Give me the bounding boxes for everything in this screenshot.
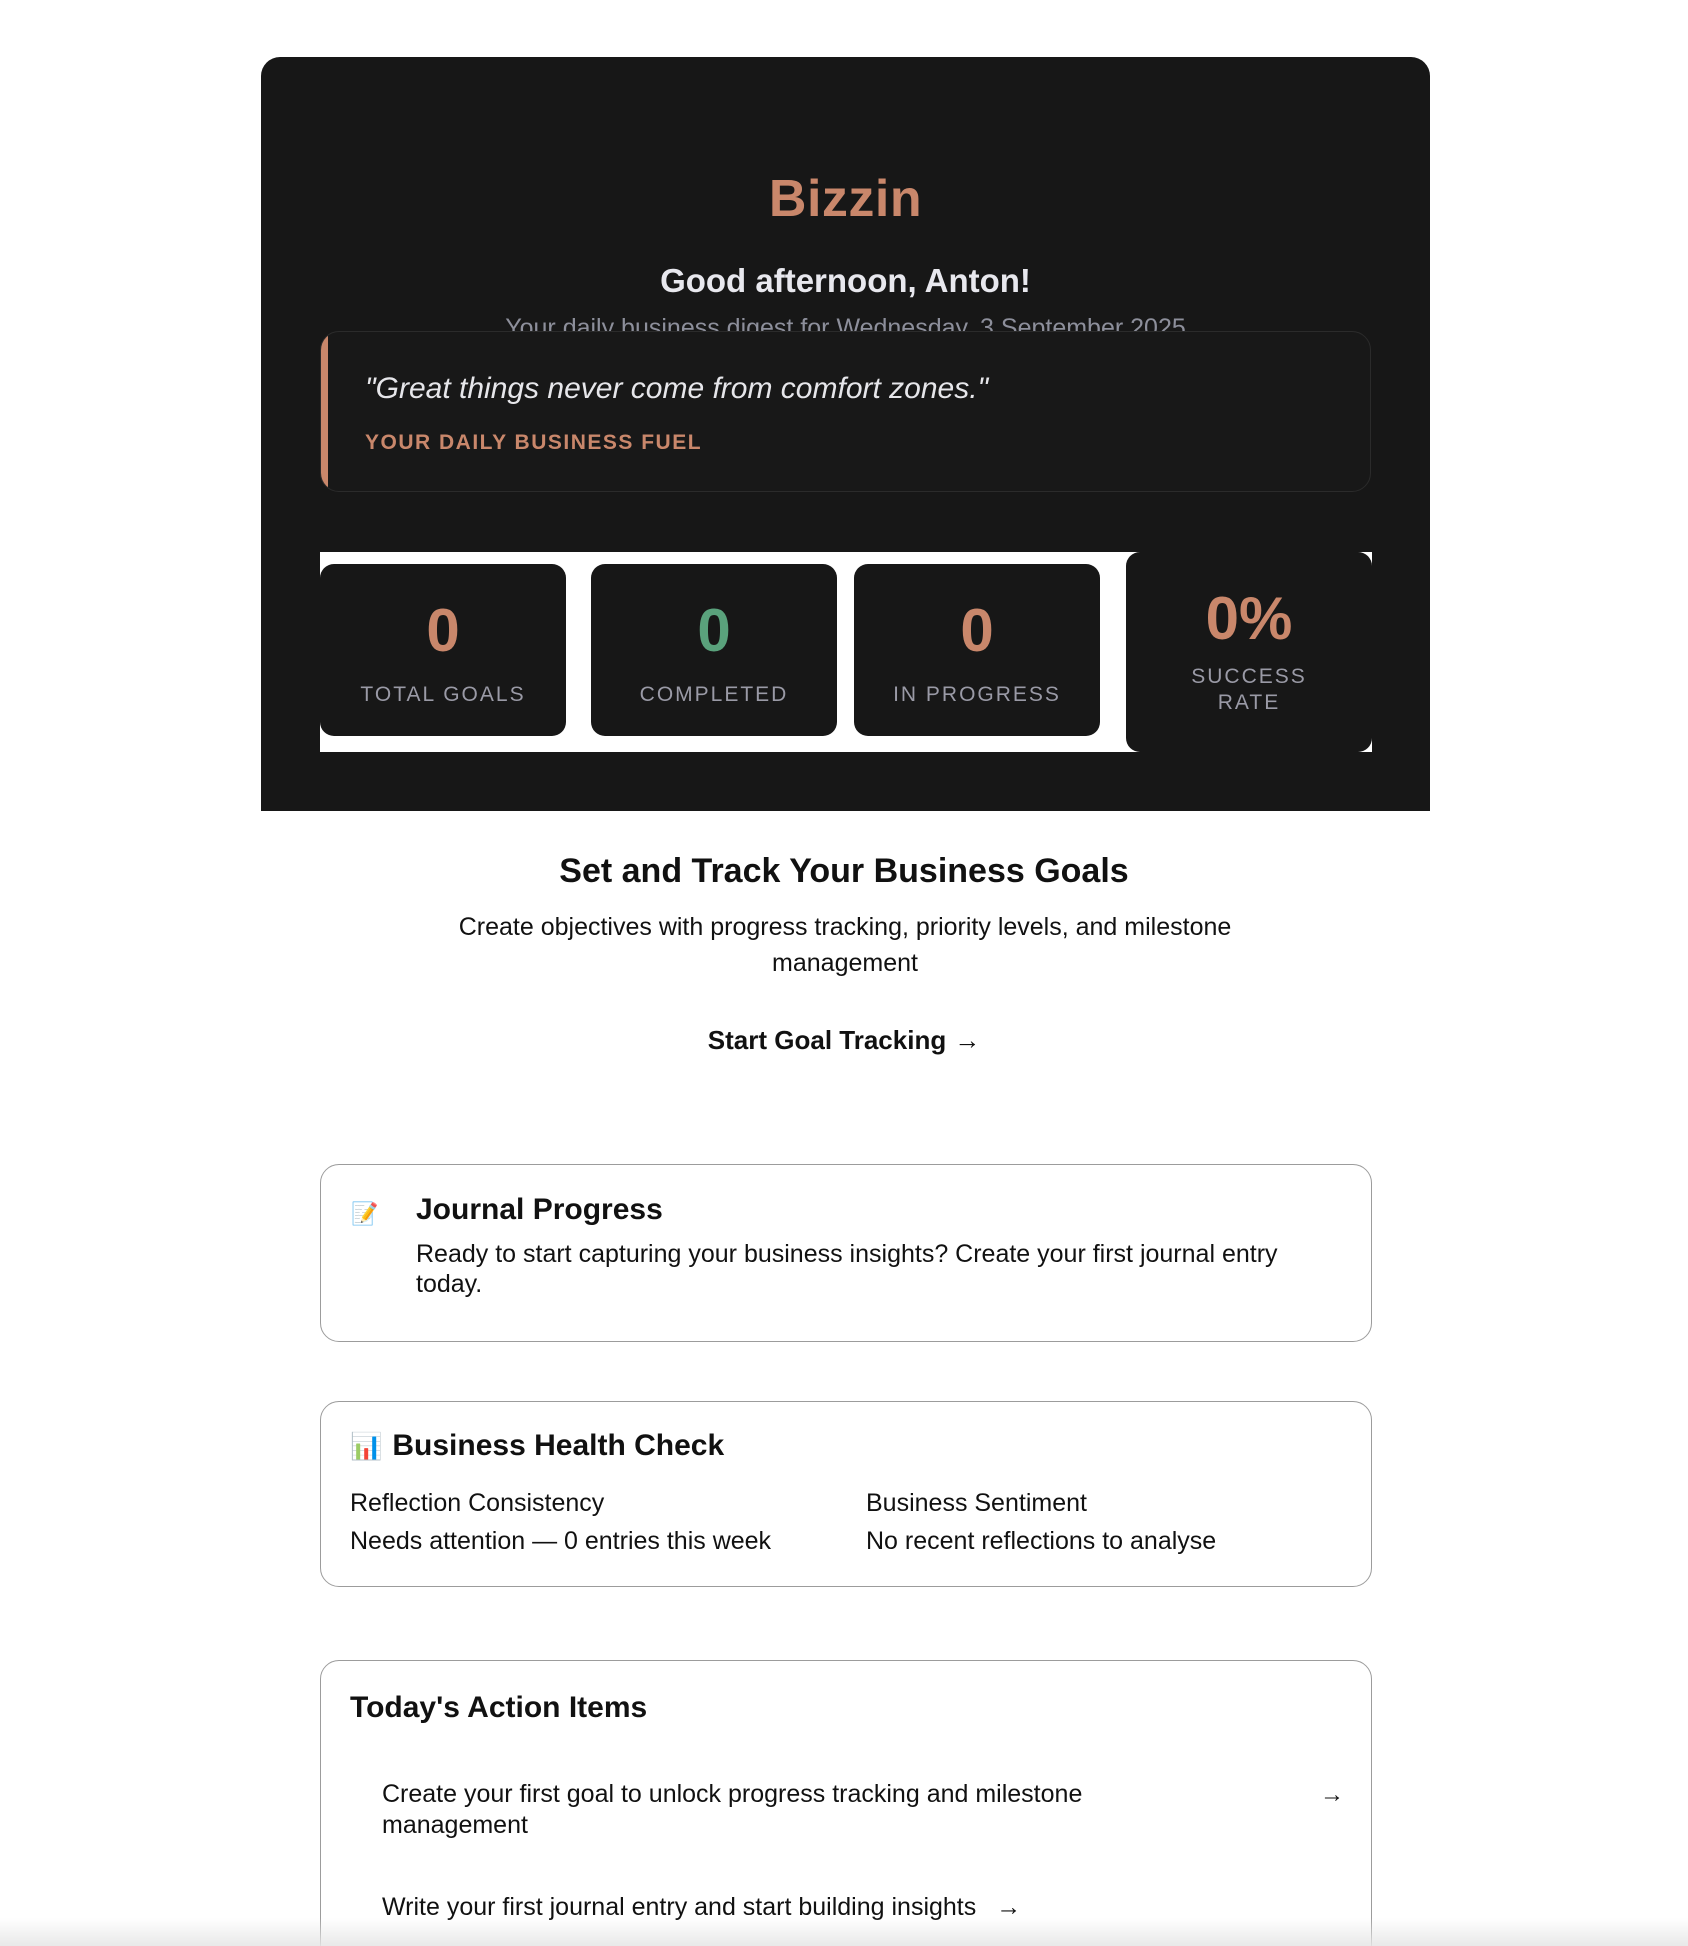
action-items-card: Today's Action Items Create your first g… — [320, 1660, 1372, 1946]
action-items-title: Today's Action Items — [350, 1691, 648, 1724]
goals-cta-title: Set and Track Your Business Goals — [559, 852, 1129, 890]
action-item-write-journal-label: Write your first journal entry and start… — [382, 1893, 977, 1921]
stat-in-progress-label: IN PROGRESS — [893, 683, 1061, 706]
stat-in-progress: 0 IN PROGRESS — [854, 564, 1100, 736]
arrow-right-icon: → — [954, 1025, 981, 1055]
brand-logo: Bizzin — [768, 170, 923, 228]
start-goal-tracking-link[interactable]: Start Goal Tracking → — [0, 1025, 1688, 1056]
journal-progress-card: 📝 Journal Progress Ready to start captur… — [320, 1164, 1372, 1342]
action-item-create-goal[interactable]: Create your first goal to unlock progres… — [382, 1779, 1182, 1841]
daily-quote-card: "Great things never come from comfort zo… — [320, 331, 1371, 492]
stat-completed-value: 0 — [697, 597, 731, 664]
arrow-right-icon: → — [996, 1893, 1022, 1921]
business-health-title: 📊 Business Health Check — [350, 1429, 724, 1463]
goals-cta-description: Create objectives with progress tracking… — [458, 913, 1232, 977]
reflection-consistency-value: Needs attention — 0 entries this week — [350, 1527, 772, 1555]
journal-progress-text: Ready to start capturing your business i… — [416, 1240, 1278, 1298]
start-goal-tracking-label: Start Goal Tracking — [707, 1025, 947, 1055]
stat-success-rate-label-line1: SUCCESS — [1191, 665, 1307, 688]
quote-subtitle: YOUR DAILY BUSINESS FUEL — [365, 431, 703, 454]
bottom-fade — [0, 1918, 1688, 1946]
reflection-consistency-label: Reflection Consistency — [350, 1489, 605, 1517]
business-health-card: 📊 Business Health Check Reflection Consis… — [320, 1401, 1372, 1587]
memo-icon: 📝 — [351, 1201, 379, 1226]
stat-completed-label: COMPLETED — [639, 683, 789, 706]
quote-text: "Great things never come from comfort zo… — [365, 372, 989, 405]
business-sentiment-label: Business Sentiment — [866, 1489, 1087, 1517]
greeting-heading: Good afternoon, Anton! — [660, 262, 1031, 299]
stat-total-goals-value: 0 — [426, 597, 460, 664]
stat-completed: 0 COMPLETED — [591, 564, 837, 736]
stat-success-rate-label: SUCCESS RATE — [1126, 664, 1372, 716]
arrow-right-icon[interactable]: → — [1320, 1781, 1344, 1809]
stat-total-goals-label: TOTAL GOALS — [360, 683, 526, 706]
stat-total-goals: 0 TOTAL GOALS — [320, 564, 566, 736]
journal-progress-title: Journal Progress — [416, 1193, 663, 1226]
page: Bizzin Good afternoon, Anton! Your daily… — [0, 0, 1688, 1946]
stat-success-rate: 0% SUCCESS RATE — [1126, 552, 1372, 752]
stats-strip: 0 TOTAL GOALS 0 COMPLETED 0 IN PROGRESS … — [320, 552, 1372, 752]
business-sentiment-value: No recent reflections to analyse — [866, 1527, 1217, 1555]
stat-in-progress-value: 0 — [960, 597, 994, 664]
business-health-title-text: Business Health Check — [392, 1429, 725, 1462]
stat-success-rate-value: 0% — [1205, 585, 1293, 652]
bar-chart-icon: 📊 — [350, 1431, 383, 1461]
stat-success-rate-label-line2: RATE — [1217, 691, 1281, 714]
